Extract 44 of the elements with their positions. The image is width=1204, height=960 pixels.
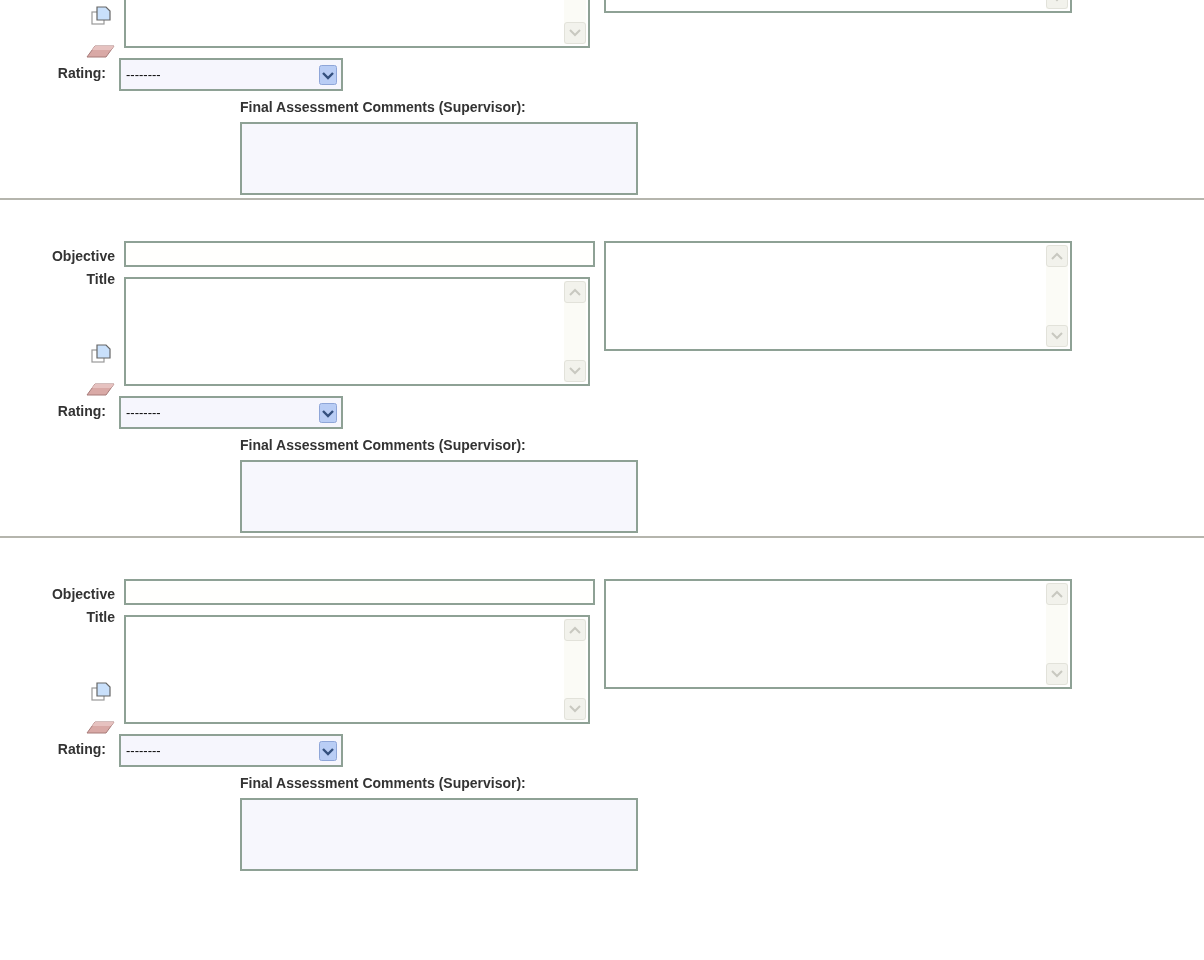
- notes-field[interactable]: [604, 579, 1072, 689]
- scroll-down-button[interactable]: [564, 360, 586, 382]
- copy-icon[interactable]: [91, 6, 111, 25]
- objective-title-label: Objective Title: [50, 247, 115, 289]
- scroll-up-button[interactable]: [1046, 583, 1068, 605]
- rating-label: Rating:: [56, 403, 106, 419]
- final-assessment-comments-field[interactable]: [240, 460, 638, 533]
- scroll-down-button[interactable]: [1046, 325, 1068, 347]
- rating-label: Rating:: [56, 741, 106, 757]
- chevron-down-icon: [1051, 670, 1063, 678]
- copy-icon[interactable]: [91, 682, 111, 701]
- final-assessment-comments-field[interactable]: [240, 122, 638, 195]
- objective-title-field[interactable]: [124, 241, 595, 267]
- scroll-down-button[interactable]: [564, 698, 586, 720]
- eraser-icon[interactable]: [86, 43, 115, 58]
- chevron-up-icon: [1051, 590, 1063, 598]
- scroll-up-button[interactable]: [1046, 245, 1068, 267]
- chevron-up-icon: [569, 288, 581, 296]
- scroll-down-button[interactable]: [1046, 663, 1068, 685]
- chevron-down-icon: [569, 29, 581, 37]
- final-assessment-comments-label: Final Assessment Comments (Supervisor):: [240, 98, 526, 116]
- scroll-up-button[interactable]: [564, 281, 586, 303]
- rating-select[interactable]: --------: [119, 58, 343, 91]
- description-field[interactable]: [124, 615, 590, 724]
- eraser-icon[interactable]: [86, 381, 115, 396]
- notes-field[interactable]: [604, 241, 1072, 351]
- scroll-down-button[interactable]: [564, 22, 586, 44]
- chevron-down-icon: [569, 705, 581, 713]
- chevron-down-icon: [1051, 332, 1063, 340]
- objective-title-field[interactable]: [124, 579, 595, 605]
- copy-icon[interactable]: [91, 344, 111, 363]
- chevron-up-icon: [569, 626, 581, 634]
- rating-select[interactable]: --------: [119, 396, 343, 429]
- eraser-icon[interactable]: [86, 719, 115, 734]
- final-assessment-comments-label: Final Assessment Comments (Supervisor):: [240, 774, 526, 792]
- rating-select[interactable]: --------: [119, 734, 343, 767]
- description-field[interactable]: [124, 277, 590, 386]
- chevron-down-icon: [569, 367, 581, 375]
- final-assessment-comments-field[interactable]: [240, 798, 638, 871]
- rating-label: Rating:: [56, 65, 106, 81]
- final-assessment-comments-label: Final Assessment Comments (Supervisor):: [240, 436, 526, 454]
- scroll-up-button[interactable]: [564, 619, 586, 641]
- chevron-up-icon: [1051, 252, 1063, 260]
- objective-title-label: Objective Title: [50, 585, 115, 627]
